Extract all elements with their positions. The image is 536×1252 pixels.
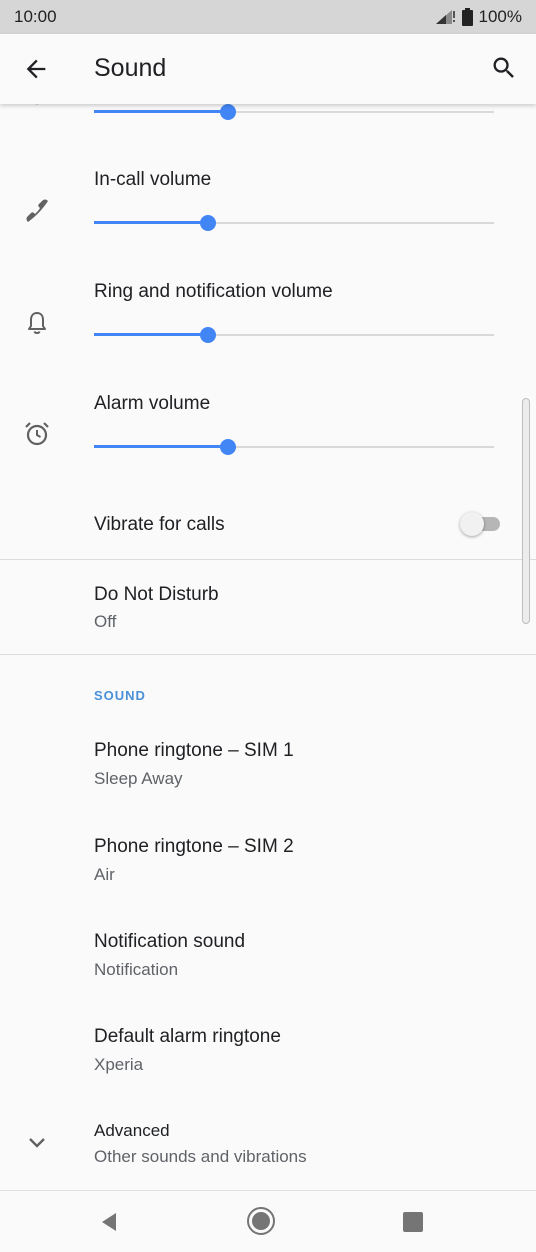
settings-list[interactable]: In-call volume Ring and notification vol… (0, 104, 536, 1190)
divider (0, 654, 536, 655)
status-icons: 100% (434, 7, 522, 27)
do-not-disturb-label: Do Not Disturb (94, 584, 219, 605)
list-item-value: Air (94, 865, 115, 884)
vibrate-for-calls-row[interactable]: Vibrate for calls (0, 484, 536, 559)
status-bar: 10:00 100% (0, 0, 536, 34)
phone-ringtone-sim2-row[interactable]: Phone ringtone – SIM 2 Air (0, 819, 536, 914)
list-item-title: Phone ringtone – SIM 2 (94, 836, 294, 857)
search-icon[interactable] (490, 54, 518, 82)
phone-icon (26, 199, 48, 222)
slider-fill (94, 221, 208, 224)
advanced-row[interactable]: Advanced Other sounds and vibrations (0, 1104, 536, 1190)
vibrate-for-calls-toggle[interactable] (460, 512, 502, 536)
do-not-disturb-value: Off (94, 612, 117, 631)
list-item-title: Default alarm ringtone (94, 1026, 281, 1047)
nav-home-icon[interactable] (245, 1205, 277, 1237)
list-item-title: Phone ringtone – SIM 1 (94, 740, 294, 761)
phone-ringtone-sim1-row[interactable]: Phone ringtone – SIM 1 Sleep Away (0, 724, 536, 819)
battery-icon (461, 8, 473, 26)
advanced-label: Advanced (94, 1121, 170, 1140)
list-item-title: Notification sound (94, 931, 246, 952)
section-header-sound: SOUND (94, 688, 146, 703)
slider-thumb[interactable] (220, 439, 236, 455)
alarm-volume-label: Alarm volume (94, 393, 211, 414)
slider-fill (94, 445, 228, 448)
back-arrow-icon[interactable] (22, 55, 50, 83)
default-alarm-ringtone-row[interactable]: Default alarm ringtone Xperia (0, 1009, 536, 1104)
list-item-value: Xperia (94, 1055, 144, 1074)
in-call-volume-slider[interactable] (94, 213, 494, 233)
battery-percent: 100% (478, 7, 522, 26)
signal-icon (435, 10, 455, 24)
chevron-down-icon (29, 1138, 45, 1148)
list-item-value: Notification (94, 960, 179, 979)
media-volume-icon (35, 104, 39, 105)
nav-recent-apps-icon[interactable] (402, 1211, 424, 1233)
alarm-volume-slider[interactable] (94, 437, 494, 457)
slider-thumb[interactable] (200, 327, 216, 343)
media-volume-slider[interactable] (94, 104, 494, 122)
ring-volume-label: Ring and notification volume (94, 281, 333, 302)
vibrate-for-calls-label: Vibrate for calls (94, 514, 225, 535)
bell-icon (28, 312, 46, 334)
scrollbar[interactable] (522, 398, 530, 624)
alarm-clock-icon (25, 422, 49, 446)
app-bar: Sound (0, 34, 536, 104)
navigation-bar (0, 1190, 536, 1252)
list-item-value: Sleep Away (94, 769, 183, 788)
in-call-volume-label: In-call volume (94, 169, 212, 190)
slider-fill (94, 110, 228, 113)
toggle-thumb (460, 512, 484, 536)
do-not-disturb-row[interactable]: Do Not Disturb Off (0, 560, 536, 654)
nav-back-icon[interactable] (96, 1209, 122, 1235)
status-time: 10:00 (14, 7, 57, 26)
ring-volume-slider[interactable] (94, 325, 494, 345)
advanced-summary: Other sounds and vibrations (94, 1147, 307, 1166)
slider-thumb[interactable] (220, 104, 236, 120)
slider-fill (94, 333, 208, 336)
notification-sound-row[interactable]: Notification sound Notification (0, 914, 536, 1009)
page-title: Sound (94, 54, 167, 82)
slider-thumb[interactable] (200, 215, 216, 231)
